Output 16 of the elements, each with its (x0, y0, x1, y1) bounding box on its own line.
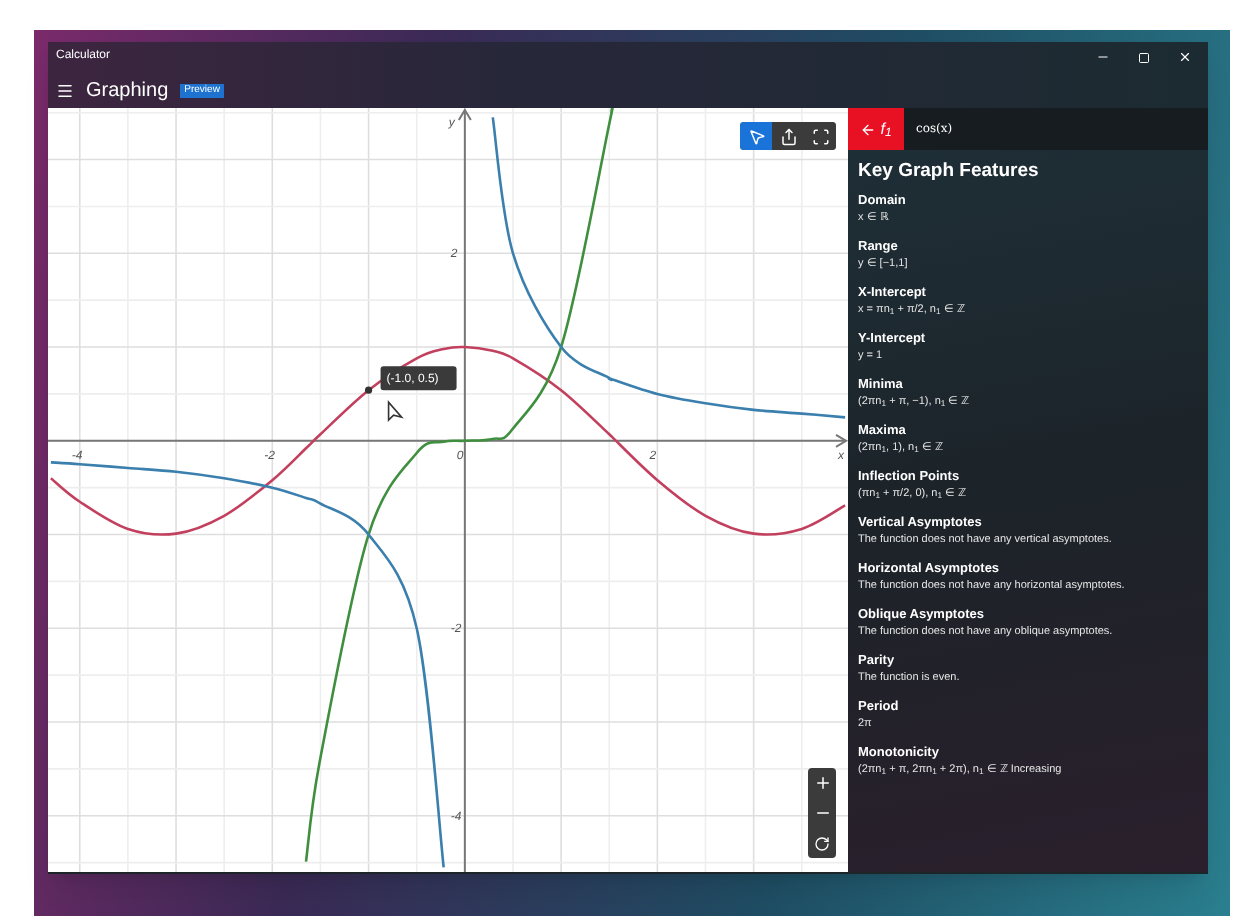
cursor-icon (387, 400, 404, 423)
trace-point (365, 386, 373, 394)
close-icon[interactable] (1178, 50, 1192, 64)
page-title: Graphing (86, 77, 169, 105)
panel-title: Key Graph Features (858, 158, 1041, 184)
menu-icon[interactable] (56, 81, 74, 99)
pointer-icon (747, 127, 765, 145)
reset-icon (814, 835, 830, 851)
plus-icon (813, 774, 831, 792)
maximize-icon[interactable] (1138, 51, 1150, 63)
share-icon (779, 127, 797, 145)
back-arrow-icon (860, 121, 877, 137)
tooltip-background (380, 366, 457, 391)
fit-icon (811, 127, 829, 145)
minimize-icon[interactable] (1096, 50, 1110, 64)
function-button[interactable]: f$_{1}$ (848, 108, 904, 150)
